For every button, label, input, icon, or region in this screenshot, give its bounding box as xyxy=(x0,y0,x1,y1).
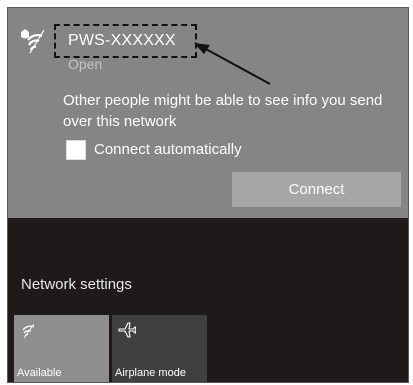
airplane-mode-label: Airplane mode xyxy=(115,367,186,379)
airplane-icon xyxy=(118,322,136,338)
network-settings-link[interactable]: Network settings xyxy=(21,276,132,293)
wifi-icon xyxy=(22,323,35,339)
connect-automatically-label: Connect automatically xyxy=(94,141,242,158)
connect-button[interactable]: Connect xyxy=(232,172,401,207)
connect-automatically-checkbox[interactable] xyxy=(66,140,86,160)
security-warning: Other people might be able to see info y… xyxy=(63,92,383,130)
available-tile[interactable]: Available xyxy=(14,315,109,382)
wifi-shield-icon xyxy=(21,29,45,54)
available-label: Available xyxy=(17,367,62,379)
network-list-item[interactable]: PWS-XXXXXX Open Other people might be ab… xyxy=(8,8,408,218)
network-status: Open xyxy=(68,56,103,72)
network-flyout: PWS-XXXXXX Open Other people might be ab… xyxy=(7,7,409,383)
network-name: PWS-XXXXXX xyxy=(68,32,176,49)
airplane-mode-tile[interactable]: Airplane mode xyxy=(112,315,207,382)
